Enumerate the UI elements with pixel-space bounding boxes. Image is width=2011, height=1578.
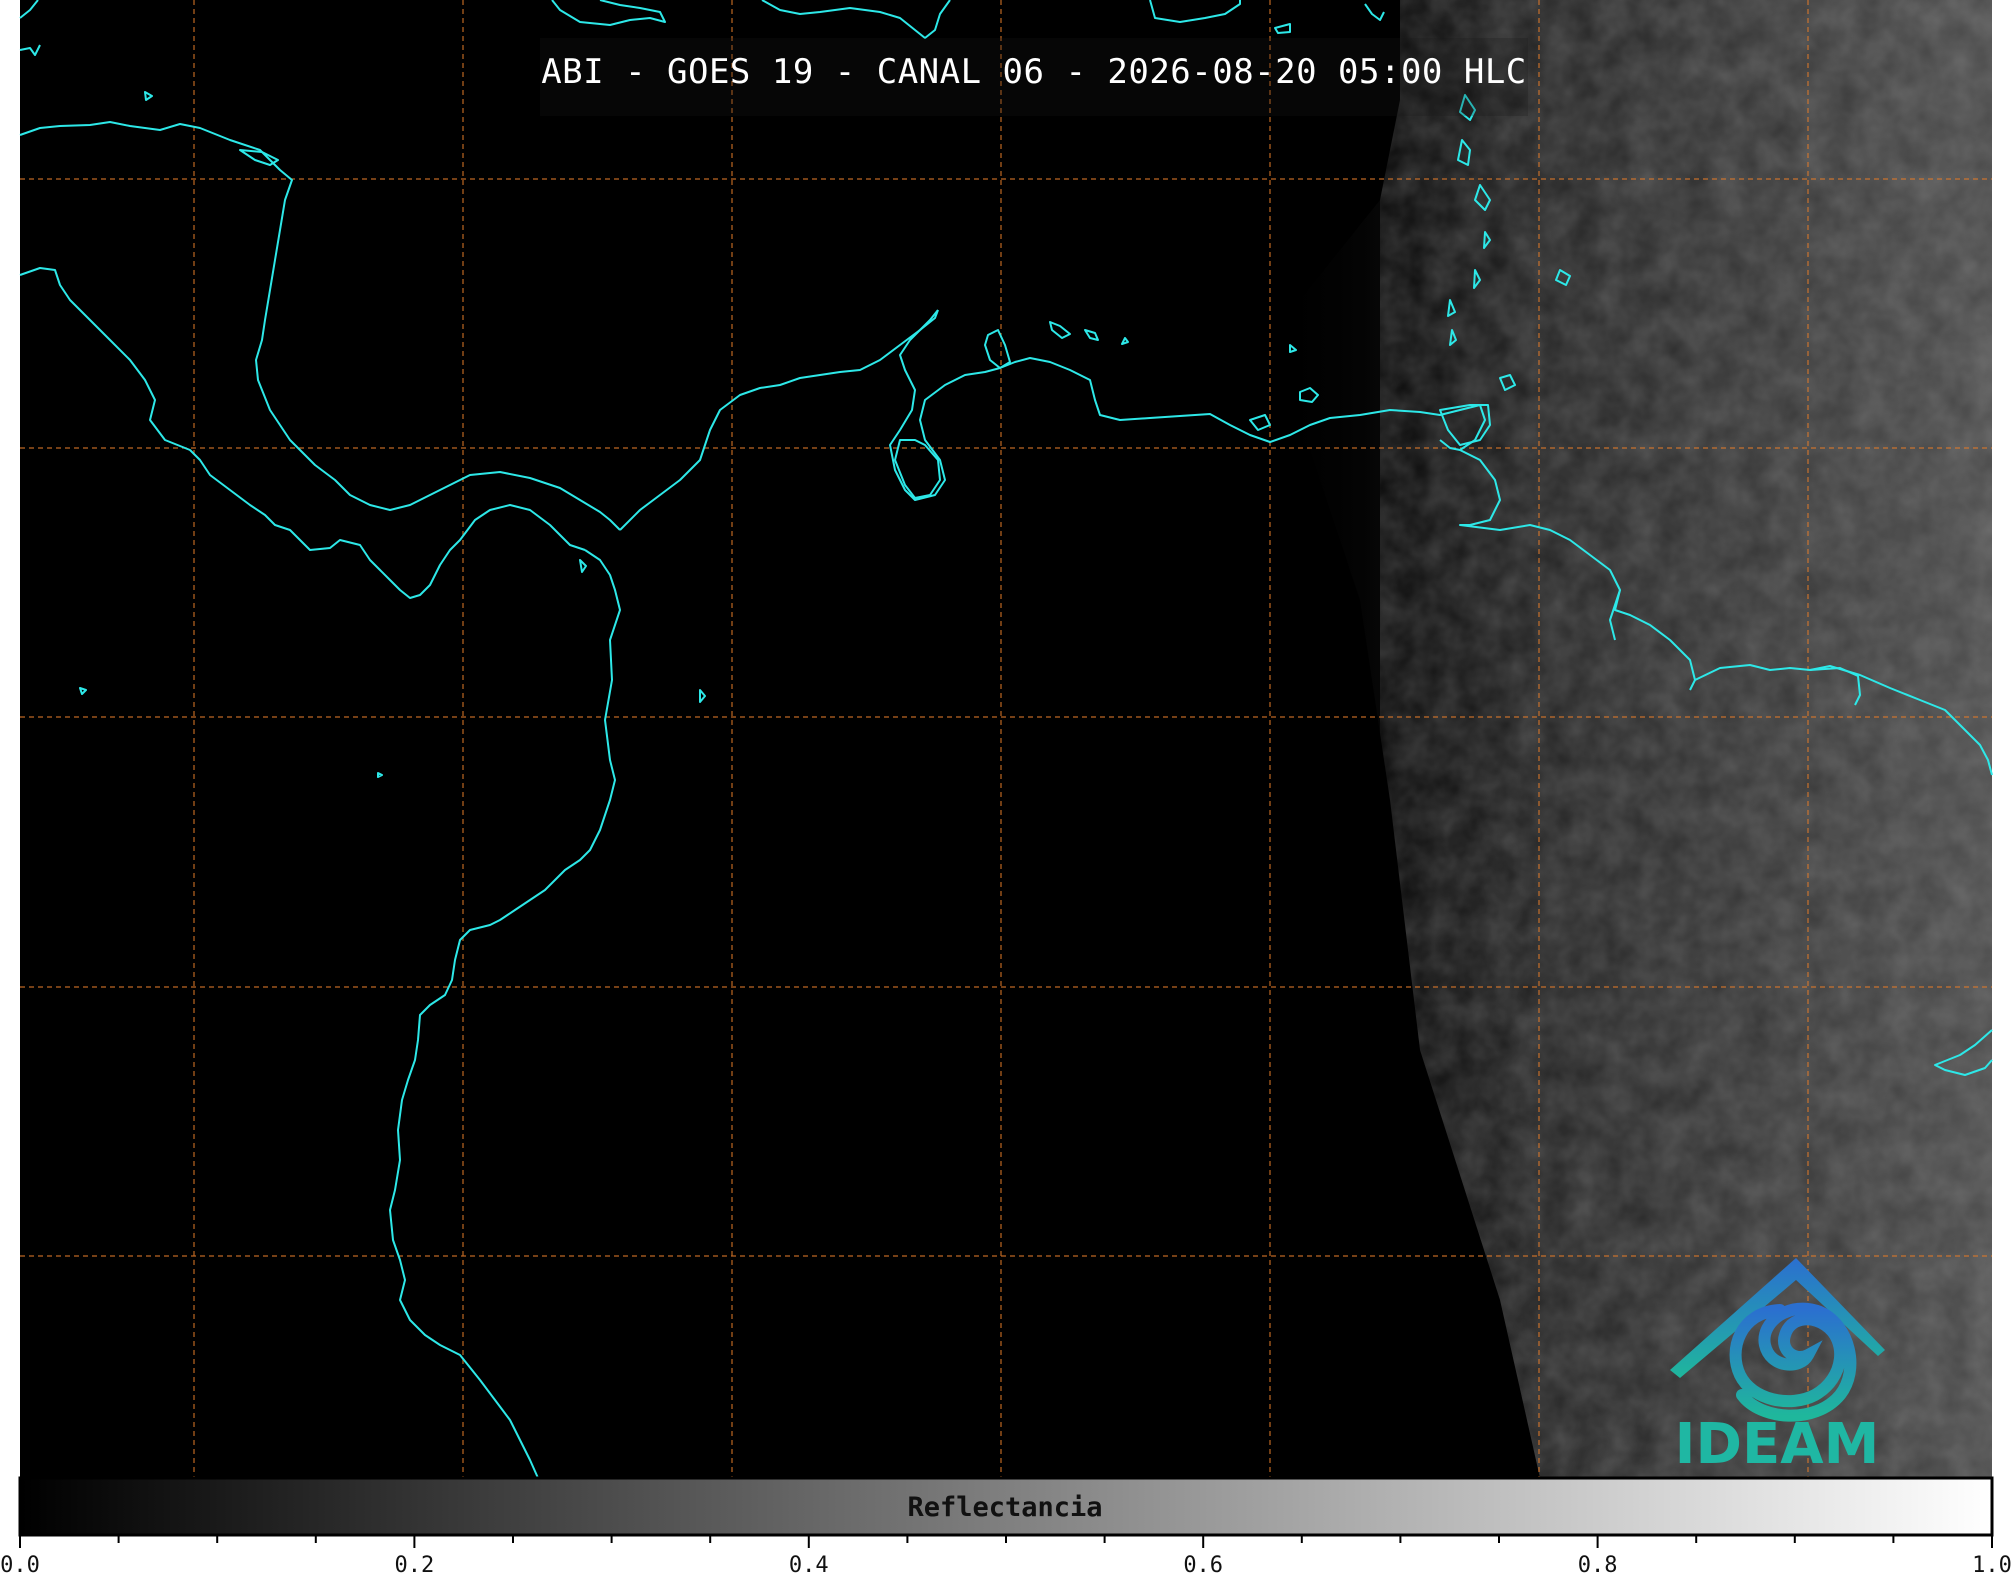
colorbar-tick-label: 1.0 [1972,1553,2011,1578]
ideam-logo-text: IDEAM [1674,1412,1880,1477]
colorbar-tick-label: 0.0 [0,1553,40,1578]
colorbar-tick-label: 0.8 [1577,1553,1618,1578]
colorbar-tick-label: 0.6 [1183,1553,1224,1578]
colorbar-ticks [19,1535,1993,1548]
colorbar-tick-label: 0.2 [394,1553,435,1578]
colorbar-tick-label: 0.4 [788,1553,829,1578]
map-title: ABI - GOES 19 - CANAL 06 - 2026-08-20 05… [541,52,1527,92]
colorbar-label: Reflectancia [907,1492,1103,1523]
satellite-map [18,0,1994,1548]
